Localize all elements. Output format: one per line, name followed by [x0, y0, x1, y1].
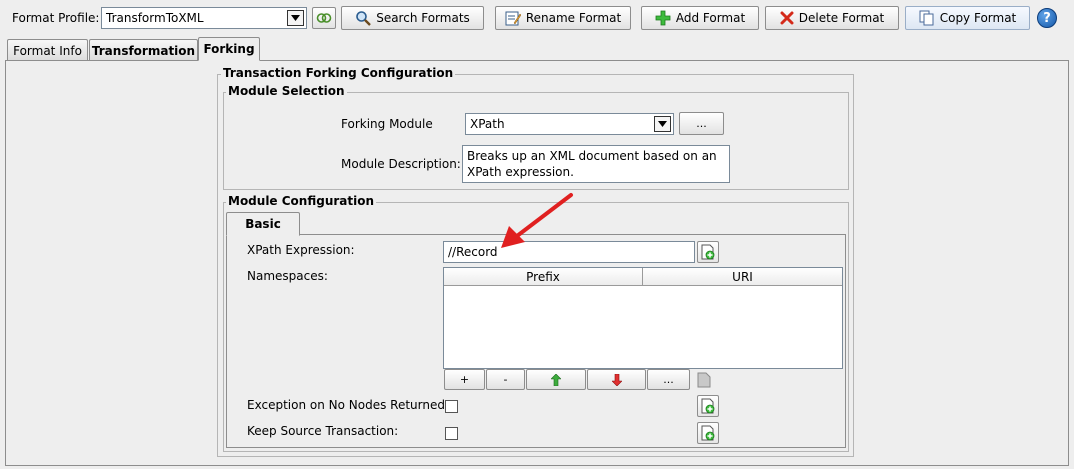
column-header-uri[interactable]: URI [643, 268, 842, 286]
link-rings-icon [316, 13, 332, 23]
arrow-down-icon [611, 373, 622, 386]
keep-source-label: Keep Source Transaction: [247, 424, 399, 438]
document-add-icon [701, 425, 715, 441]
transaction-forking-title: Transaction Forking Configuration [221, 66, 456, 80]
document-add-icon [701, 244, 715, 260]
add-format-button[interactable]: Add Format [641, 6, 759, 30]
delete-x-icon [780, 11, 794, 25]
move-down-button[interactable] [587, 369, 646, 390]
tab-transformation[interactable]: Transformation [89, 39, 198, 61]
help-icon[interactable]: ? [1037, 8, 1057, 28]
copy-icon [919, 10, 934, 26]
add-icon [655, 10, 671, 26]
tab-forking[interactable]: Forking [198, 37, 260, 61]
exception-no-nodes-label: Exception on No Nodes Returned: [247, 398, 450, 412]
xpath-expression-input[interactable]: //Record [443, 241, 695, 263]
move-up-button[interactable] [526, 369, 586, 390]
chevron-down-icon[interactable] [654, 116, 671, 132]
copy-format-button[interactable]: Copy Format [905, 6, 1030, 30]
format-profile-value: TransformToXML [106, 11, 204, 25]
forking-module-combo[interactable]: XPath [465, 113, 674, 135]
module-description-label: Module Description: [341, 157, 461, 171]
forking-module-label: Forking Module [341, 117, 433, 131]
browse-module-button[interactable]: ... [679, 112, 724, 135]
rename-format-label: Rename Format [525, 11, 622, 25]
document-add-icon [701, 398, 715, 414]
keep-source-add-parameter-button[interactable] [697, 422, 719, 444]
search-icon [356, 11, 372, 26]
tab-basic[interactable]: Basic [226, 212, 300, 236]
keep-source-checkbox[interactable] [445, 427, 458, 440]
more-namespace-button[interactable]: ... [647, 369, 690, 390]
module-configuration-title: Module Configuration [226, 194, 377, 208]
xpath-expression-label: XPath Expression: [247, 243, 355, 257]
xpath-add-parameter-button[interactable] [697, 241, 719, 263]
xpath-expression-value: //Record [448, 245, 498, 259]
format-profile-label: Format Profile: [12, 11, 100, 25]
module-selection-title: Module Selection [226, 84, 347, 98]
delete-format-button[interactable]: Delete Format [765, 6, 899, 30]
remove-namespace-button[interactable]: - [486, 369, 525, 390]
document-disabled-icon [697, 372, 711, 387]
copy-format-label: Copy Format [939, 11, 1017, 25]
delete-format-label: Delete Format [798, 11, 885, 25]
exception-add-parameter-button[interactable] [697, 395, 719, 417]
tab-format-info[interactable]: Format Info [7, 39, 88, 61]
add-namespace-button[interactable]: + [444, 369, 485, 390]
column-header-prefix[interactable]: Prefix [444, 268, 643, 286]
rename-format-button[interactable]: Rename Format [495, 6, 631, 30]
arrow-up-icon [551, 373, 561, 386]
chevron-down-icon[interactable] [287, 10, 304, 26]
link-button[interactable] [312, 7, 336, 29]
namespaces-table[interactable]: Prefix URI [443, 267, 843, 369]
module-description-line-1: Breaks up an XML document based on an [467, 149, 717, 163]
namespaces-label: Namespaces: [247, 269, 328, 283]
module-description-line-2: XPath expression. [467, 165, 574, 179]
search-formats-label: Search Formats [376, 11, 470, 25]
search-formats-button[interactable]: Search Formats [341, 6, 484, 30]
format-profile-combo[interactable]: TransformToXML [101, 7, 307, 29]
forking-module-value: XPath [470, 117, 505, 131]
add-format-label: Add Format [675, 11, 746, 25]
disabled-document-button[interactable] [695, 369, 713, 390]
module-description-box: Breaks up an XML document based on an XP… [462, 145, 730, 183]
rename-icon [505, 11, 521, 26]
exception-no-nodes-checkbox[interactable] [445, 400, 458, 413]
